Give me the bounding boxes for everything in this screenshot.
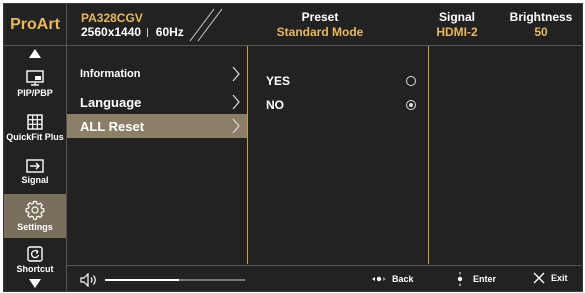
menu-item-information[interactable]: Information [67,62,247,86]
sidebar-item-settings[interactable]: Settings [4,194,66,238]
option-label: YES [266,74,291,88]
brightness-label: Brightness [509,10,573,24]
reset-options: YES NO [248,46,429,264]
option-label: NO [266,98,284,112]
sidebar-item-pip-pbp[interactable]: PIP/PBP [4,62,66,106]
sidebar-item-label: Signal [21,175,49,185]
preset-label: Preset [301,10,339,24]
enter-label: Enter [473,274,497,284]
signal-status: Signal HDMI-2 [422,10,492,40]
settings-submenu: Information Language ALL Reset [67,46,248,264]
model-info: PA328CGV 2560x1440 60Hz [81,11,184,39]
back-label: Back [392,274,414,284]
brightness-status: Brightness 50 [502,10,580,40]
signal-value: HDMI-2 [436,25,478,39]
volume-slider[interactable] [105,279,245,281]
exit-label: Exit [551,273,568,283]
model-name: PA328CGV [81,11,143,25]
signal-label: Signal [438,10,475,24]
grid-icon [27,114,43,130]
detail-panel [429,46,582,264]
separator [147,28,149,37]
sidebar-item-label: QuickFit Plus [6,132,64,142]
sidebar-item-label: PIP/PBP [17,88,53,98]
joystick-press-icon [457,272,463,286]
chevron-right-icon [232,94,240,110]
radio-unselected-icon[interactable] [406,76,416,86]
shortcut-icon [27,246,43,262]
sidebar-item-signal[interactable]: Signal [4,150,66,194]
preset-status: Preset Standard Mode [250,10,390,40]
menu-item-label: ALL Reset [80,118,145,134]
chevron-right-icon [232,66,240,82]
enter-button[interactable]: Enter [453,272,496,286]
input-icon [26,159,44,173]
sidebar-item-quickfit-plus[interactable]: QuickFit Plus [4,106,66,150]
scroll-down-arrow-icon[interactable] [4,279,66,288]
chevron-right-icon [232,118,240,134]
volume-slider-fill [105,279,180,281]
osd-header: ProArt PA328CGV 2560x1440 60Hz Preset St… [4,4,582,46]
back-button[interactable]: Back [372,272,414,286]
option-yes[interactable]: YES [248,70,428,92]
menu-item-label: Information [80,68,141,80]
sidebar-item-label: Shortcut [16,264,54,274]
osd-menu: ProArt PA328CGV 2560x1440 60Hz Preset St… [3,3,583,292]
joystick-left-icon [372,276,386,282]
sidebar-item-label: Settings [17,222,53,232]
menu-item-language[interactable]: Language [67,90,247,114]
menu-item-label: Language [80,94,142,110]
refresh-rate: 60Hz [155,25,184,39]
close-icon [533,272,545,284]
pip-icon [26,70,44,86]
gear-icon [25,200,45,220]
brightness-value: 50 [534,25,548,39]
sidebar: PIP/PBP QuickFit Plus Signal Settings Sh… [4,46,67,291]
menu-item-all-reset[interactable]: ALL Reset [67,114,247,138]
volume-icon [80,273,96,287]
option-no[interactable]: NO [248,94,428,116]
resolution-value: 2560x1440 [81,25,142,39]
header-slash-decoration [189,8,223,42]
sidebar-item-shortcut[interactable]: Shortcut [4,238,66,282]
preset-value: Standard Mode [276,25,364,39]
osd-footer: Back Enter Exit [67,265,582,291]
brand-logo: ProArt [4,4,67,45]
scroll-up-arrow-icon[interactable] [4,49,66,58]
radio-selected-icon[interactable] [406,100,416,110]
exit-button[interactable]: Exit [533,272,568,284]
resolution-line: 2560x1440 60Hz [81,25,184,39]
